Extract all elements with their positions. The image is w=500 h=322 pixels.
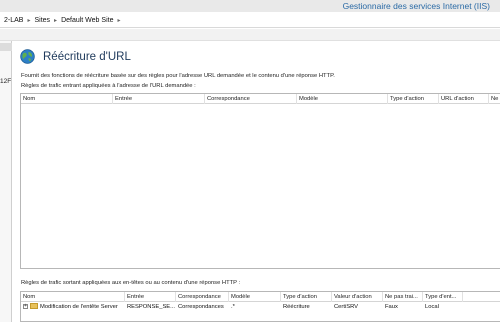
column-header-action-value[interactable]: Valeur d'action	[332, 292, 383, 302]
breadcrumb-server[interactable]: 2-LAB	[2, 17, 25, 24]
chevron-right-icon: ▸	[117, 17, 121, 24]
cell-entry-type: Local	[425, 304, 439, 310]
page-title: Réécriture d'URL	[43, 50, 131, 63]
column-header-pattern[interactable]: Modèle	[297, 94, 388, 104]
outbound-rules-table[interactable]: Nom Entrée Correspondance Modèle Type d'…	[20, 291, 500, 322]
chevron-right-icon: ▸	[54, 17, 58, 24]
breadcrumb-sites[interactable]: Sites	[32, 17, 52, 24]
expand-plus-icon[interactable]: +	[23, 303, 28, 309]
column-header-input[interactable]: Entrée	[113, 94, 205, 104]
cell-action-type: Réécriture	[283, 304, 310, 310]
rule-name: Modification de l'entête Server	[40, 304, 118, 310]
table-row[interactable]: + Modification de l'entête Server RESPONS…	[21, 303, 500, 312]
table-header: Nom Entrée Correspondance Modèle Type d'…	[21, 292, 500, 302]
window-title: Gestionnaire des services Internet (IIS)	[342, 1, 490, 11]
outbound-rules-label: Règles de trafic sortant appliquées aux …	[21, 280, 241, 286]
cell-stop: Faux	[385, 304, 398, 310]
column-header-stop[interactable]: Ne pas trai...	[383, 292, 423, 302]
connections-pane: 12F	[0, 41, 12, 322]
tree-node-label[interactable]: 12F	[0, 78, 11, 85]
column-header-stop[interactable]: Ne	[489, 94, 500, 104]
column-header-input[interactable]: Entrée	[125, 292, 176, 302]
column-header-action-type[interactable]: Type d'action	[281, 292, 332, 302]
menu-strip	[0, 29, 500, 41]
breadcrumb-site[interactable]: Default Web Site	[59, 17, 115, 24]
page-description: Fournit des fonctions de réécriture basé…	[21, 73, 335, 79]
pane-toolbar	[0, 43, 12, 51]
inbound-rules-table[interactable]: Nom Entrée Correspondance Modèle Type d'…	[20, 93, 500, 269]
column-header-action-type[interactable]: Type d'action	[388, 94, 439, 104]
column-header-name[interactable]: Nom	[21, 94, 113, 104]
inbound-rules-label: Règles de trafic entrant appliquées à l'…	[21, 83, 196, 89]
table-header: Nom Entrée Correspondance Modèle Type d'…	[21, 94, 500, 104]
chevron-right-icon: ▸	[27, 17, 31, 24]
column-header-pattern[interactable]: Modèle	[229, 292, 281, 302]
globe-icon	[20, 49, 35, 64]
column-header-match[interactable]: Correspondance	[176, 292, 229, 302]
address-bar[interactable]: 2-LAB ▸ Sites ▸ Default Web Site ▸	[0, 12, 500, 28]
column-header-name[interactable]: Nom	[21, 292, 125, 302]
cell-pattern: .*	[231, 304, 235, 310]
cell-name: + Modification de l'entête Server	[21, 303, 125, 312]
breadcrumb: 2-LAB ▸ Sites ▸ Default Web Site ▸	[2, 14, 122, 26]
title-bar: Gestionnaire des services Internet (IIS)	[0, 0, 500, 12]
feature-page: Réécriture d'URL Fournit des fonctions d…	[15, 41, 500, 322]
cell-match: Correspondances	[178, 304, 224, 310]
cell-input: RESPONSE_SE...	[127, 304, 176, 310]
page-heading: Réécriture d'URL	[20, 49, 131, 64]
column-header-action-url[interactable]: URL d'action	[439, 94, 489, 104]
column-header-entry-type[interactable]: Type d'ent...	[423, 292, 463, 302]
folder-icon	[30, 303, 38, 310]
cell-action-value: CertiSRV	[334, 304, 359, 310]
column-header-match[interactable]: Correspondance	[205, 94, 297, 104]
